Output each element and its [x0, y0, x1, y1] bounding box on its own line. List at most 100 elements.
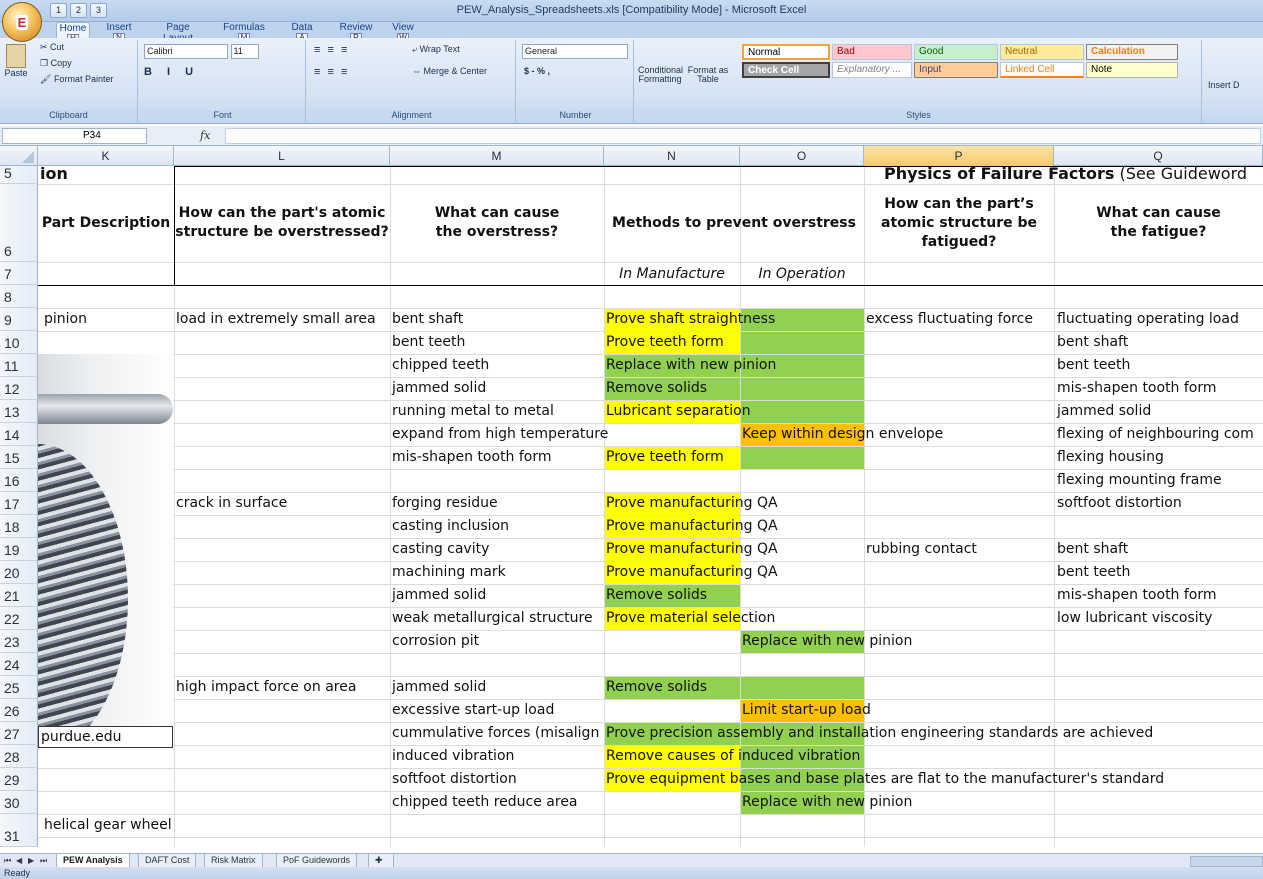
horizontal-scrollbar[interactable]: [1190, 856, 1263, 867]
number-format-select[interactable]: General: [522, 44, 628, 59]
row-header[interactable]: 17: [0, 492, 38, 515]
tab-data[interactable]: DataA: [290, 22, 314, 43]
header-fatigue-cause[interactable]: What can cause the fatigue?: [1054, 184, 1263, 262]
cell-n[interactable]: Remove solids: [606, 676, 707, 698]
cell-m[interactable]: bent teeth: [392, 331, 465, 353]
align-buttons[interactable]: ≡ ≡ ≡: [314, 44, 349, 56]
sheet-tab-pof-guidewords[interactable]: PoF Guidewords: [276, 854, 358, 868]
tab-formulas[interactable]: FormulasM: [222, 22, 266, 43]
cell-q[interactable]: jammed solid: [1057, 400, 1151, 422]
cell-n[interactable]: Prove manufacturing QA: [606, 561, 778, 583]
cell-m[interactable]: weak metallurgical structure: [392, 607, 593, 629]
row-header[interactable]: 29: [0, 768, 38, 791]
row-header[interactable]: 9: [0, 308, 38, 331]
cell-m[interactable]: jammed solid: [392, 377, 486, 399]
cell-m[interactable]: casting cavity: [392, 538, 489, 560]
cell-n[interactable]: Prove precision assembly and installatio…: [606, 722, 1153, 744]
cell-m[interactable]: excessive start-up load: [392, 699, 554, 721]
first-sheet-icon[interactable]: ⏮: [4, 856, 11, 866]
cell-q[interactable]: flexing housing: [1057, 446, 1164, 468]
cell-k5[interactable]: ion: [40, 166, 68, 185]
cell-q[interactable]: bent shaft: [1057, 538, 1128, 560]
cell-q[interactable]: mis-shapen tooth form: [1057, 377, 1217, 399]
style-neutral[interactable]: Neutral: [1000, 44, 1084, 60]
cell-n[interactable]: Prove shaft straightness: [606, 308, 775, 330]
select-all-button[interactable]: [0, 146, 38, 166]
row-header[interactable]: 18: [0, 515, 38, 538]
paste-button[interactable]: Paste: [4, 44, 28, 84]
cell-m[interactable]: chipped teeth reduce area: [392, 791, 578, 813]
row-header[interactable]: 8: [0, 285, 38, 308]
header-overstressed[interactable]: How can the part's atomic structure be o…: [174, 184, 390, 262]
cell-q[interactable]: bent shaft: [1057, 331, 1128, 353]
cell-n[interactable]: Remove solids: [606, 377, 707, 399]
cell-k30[interactable]: helical gear wheel: [44, 814, 172, 836]
cell-q[interactable]: softfoot distortion: [1057, 492, 1182, 514]
style-normal[interactable]: Normal: [742, 44, 830, 60]
sheet-tab-daft-cost[interactable]: DAFT Cost: [138, 854, 197, 868]
row-header[interactable]: 6: [0, 184, 38, 262]
row-header[interactable]: 5: [0, 165, 38, 184]
column-header-q[interactable]: Q: [1054, 146, 1263, 166]
cut-button[interactable]: ✂ Cut: [40, 42, 64, 53]
cell-m[interactable]: machining mark: [392, 561, 506, 583]
cell-m[interactable]: corrosion pit: [392, 630, 479, 652]
cell-n7[interactable]: In Manufacture: [604, 263, 740, 285]
cell-m[interactable]: running metal to metal: [392, 400, 554, 422]
cell-o[interactable]: Replace with new pinion: [742, 630, 912, 652]
cell-m[interactable]: cummulative forces (misalign: [392, 722, 604, 744]
insert-function-icon[interactable]: fx: [200, 129, 210, 142]
row-header[interactable]: 28: [0, 745, 38, 768]
cell-n[interactable]: Prove teeth form: [606, 331, 724, 353]
cell-m[interactable]: forging residue: [392, 492, 498, 514]
cell-o[interactable]: Replace with new pinion: [742, 791, 912, 813]
row-header[interactable]: 14: [0, 423, 38, 446]
cell-q[interactable]: bent teeth: [1057, 354, 1130, 376]
cell-q[interactable]: fluctuating operating load: [1057, 308, 1239, 330]
cell-k8[interactable]: pinion: [44, 308, 87, 330]
cell-n[interactable]: Remove solids: [606, 584, 707, 606]
header-fatigued[interactable]: How can the part’s atomic structure be f…: [864, 184, 1054, 262]
conditional-formatting-button[interactable]: Conditional Formatting: [638, 66, 683, 84]
column-header-m[interactable]: M: [390, 146, 604, 166]
last-sheet-icon[interactable]: ⏭: [40, 856, 47, 866]
font-name-select[interactable]: Calibri: [144, 44, 228, 59]
cell-o[interactable]: Keep within design envelope: [742, 423, 943, 445]
style-calculation[interactable]: Calculation: [1086, 44, 1178, 60]
row-header[interactable]: 26: [0, 699, 38, 722]
office-button[interactable]: E: [2, 2, 42, 42]
merge-center-button[interactable]: ⇔ Merge & Center: [412, 66, 487, 76]
column-header-k[interactable]: K: [38, 146, 174, 166]
cell-pof-title[interactable]: Physics of Failure Factors (See Guidewor…: [884, 166, 1247, 185]
name-box[interactable]: P34: [2, 128, 147, 144]
row-header[interactable]: 24: [0, 653, 38, 676]
format-painter-button[interactable]: 🖌 Format Painter: [40, 74, 113, 85]
cell-n[interactable]: Remove causes of induced vibration: [606, 745, 860, 767]
row-header[interactable]: 13: [0, 400, 38, 423]
cell-m[interactable]: jammed solid: [392, 676, 486, 698]
tab-home[interactable]: HomeH: [56, 22, 90, 44]
style-explanatory[interactable]: Explanatory ...: [832, 62, 912, 78]
next-sheet-icon[interactable]: ▶: [28, 856, 34, 865]
cell-m[interactable]: expand from high temperature: [392, 423, 608, 445]
row-header[interactable]: 15: [0, 446, 38, 469]
cell-m[interactable]: induced vibration: [392, 745, 514, 767]
column-header-p[interactable]: P: [864, 146, 1054, 166]
tab-page-layout[interactable]: Page LayoutP: [150, 22, 206, 54]
sheet-tab-risk-matrix[interactable]: Risk Matrix: [204, 854, 263, 868]
style-good[interactable]: Good: [914, 44, 998, 60]
image-link-box[interactable]: purdue.edu: [38, 726, 173, 748]
cell-n[interactable]: Prove manufacturing QA: [606, 492, 778, 514]
column-header-l[interactable]: L: [174, 146, 390, 166]
tab-view[interactable]: ViewW: [390, 22, 416, 43]
style-linked-cell[interactable]: Linked Cell: [1000, 62, 1084, 78]
cell-m[interactable]: chipped teeth: [392, 354, 489, 376]
header-prevent-overstress[interactable]: Methods to prevent overstress: [604, 184, 864, 262]
header-overstress-cause[interactable]: What can cause the overstress?: [390, 184, 604, 262]
formula-input[interactable]: [225, 128, 1261, 144]
tab-review[interactable]: ReviewR: [338, 22, 374, 43]
format-as-table-button[interactable]: Format as Table: [686, 66, 730, 84]
cell-n[interactable]: Lubricant separation: [606, 400, 751, 422]
cell-m[interactable]: softfoot distortion: [392, 768, 517, 790]
row-header[interactable]: 31: [0, 814, 38, 847]
